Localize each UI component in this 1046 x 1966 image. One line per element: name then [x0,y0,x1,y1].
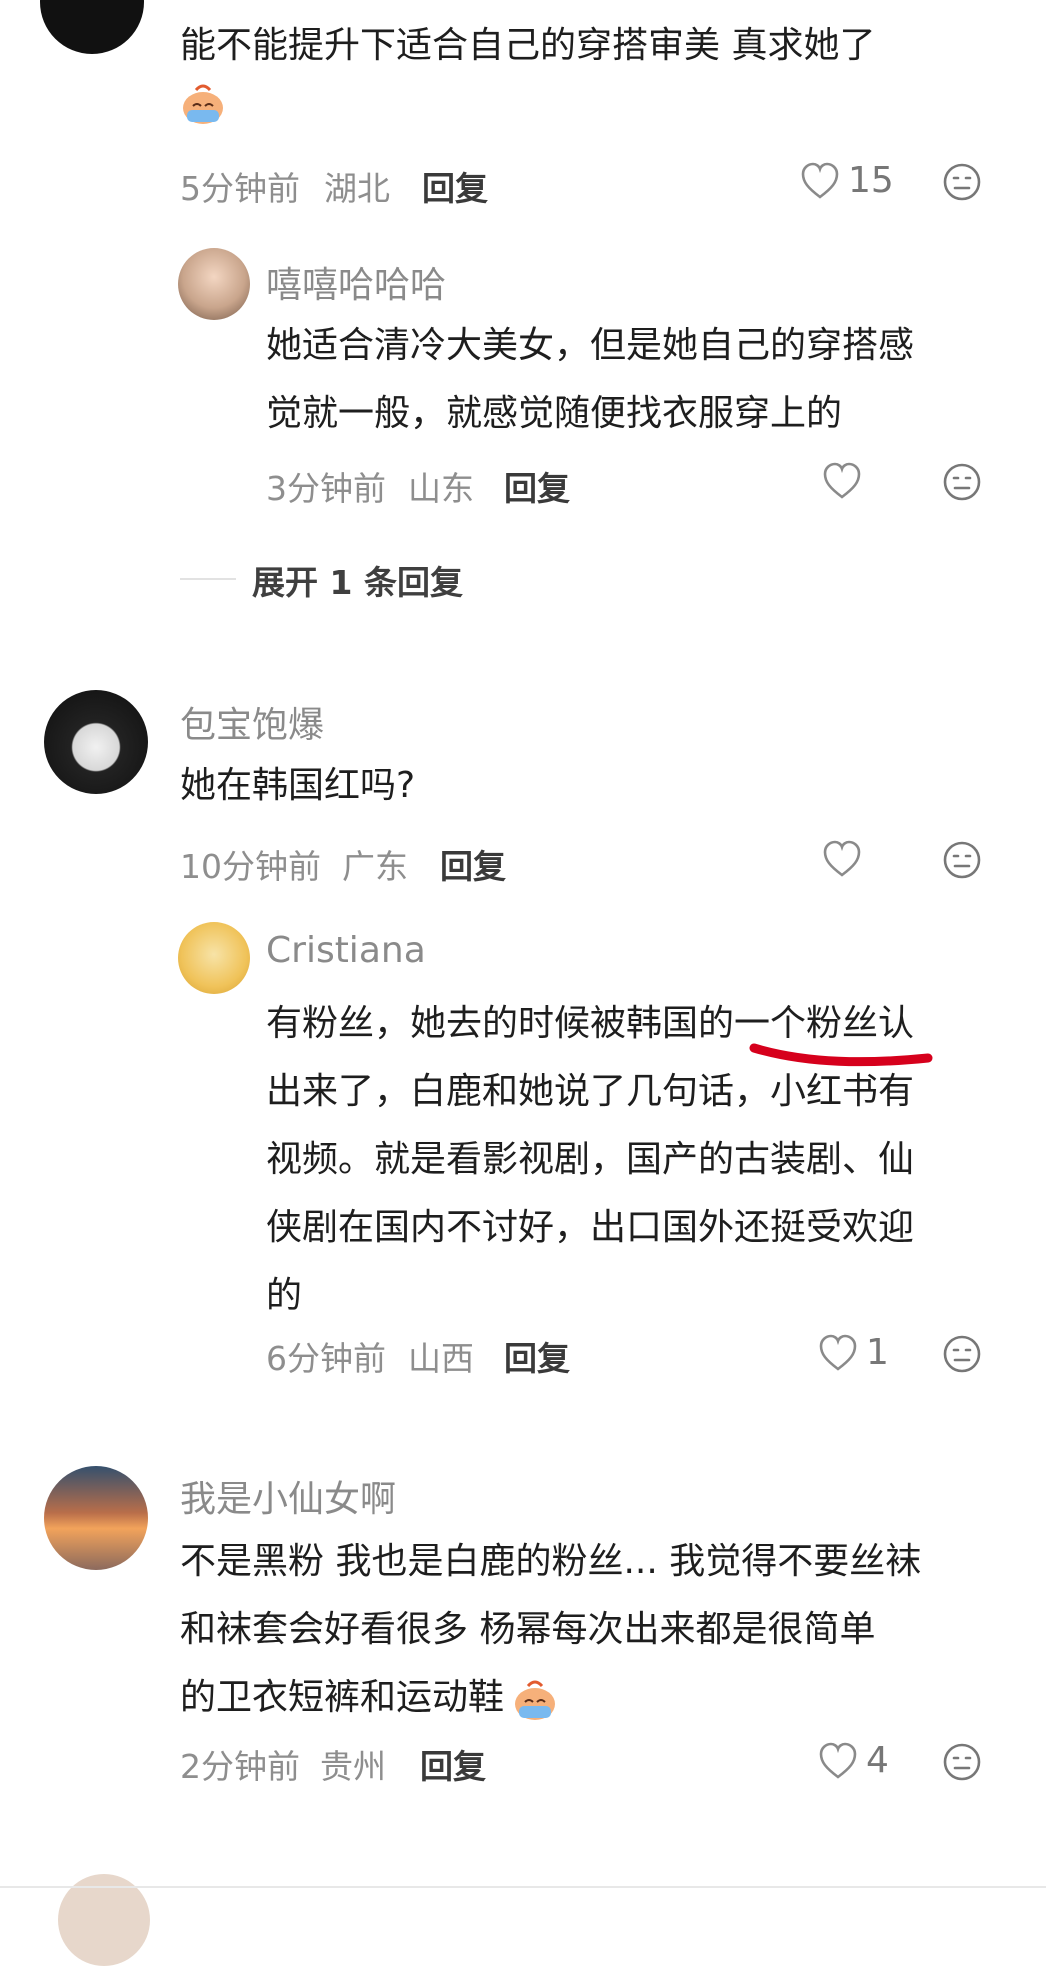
expand-replies-button[interactable]: 展开 1 条回复 [252,556,463,604]
comment-time: 10分钟前 [180,847,321,886]
dislike-button[interactable] [942,1742,982,1782]
crying-emoji-icon [512,1677,558,1720]
like-count: 1 [866,1332,889,1373]
username[interactable]: Cristiana [266,930,426,971]
comment-time: 5分钟前 [180,169,300,208]
reply-text: 她适合清冷大美女，但是她自己的穿搭感 觉就一般，就感觉随便找衣服穿上的 [266,325,915,434]
sad-face-icon [943,1335,981,1373]
comment-text: 她在韩国红吗? [180,765,416,806]
heart-icon [823,840,861,877]
bottom-divider [0,1886,1046,1888]
heart-icon [819,1334,857,1371]
sad-face-icon [943,841,981,879]
reply-button[interactable]: 回复 [504,1332,570,1380]
reply-button[interactable]: 回复 [420,1740,486,1788]
comment-text: 不是黑粉 我也是白鹿的粉丝... 我觉得不要丝袜 和袜套会好看很多 杨幂每次出来… [180,1541,922,1720]
expand-divider [180,578,236,580]
comment-time: 2分钟前 [180,1747,300,1786]
like-count: 15 [848,160,894,201]
highlight-underline [749,1043,933,1067]
like-button[interactable] [822,462,862,500]
avatar[interactable] [178,922,250,994]
comment-location: 广东 [342,847,408,886]
like-button[interactable]: 15 [800,160,894,201]
username[interactable]: 嘻嘻哈哈哈 [266,256,446,308]
comment-location: 湖北 [324,169,390,208]
reply-button[interactable]: 回复 [440,840,506,888]
username[interactable]: 包宝饱爆 [180,696,324,748]
avatar[interactable] [178,248,250,320]
sad-face-icon [943,1743,981,1781]
dislike-button[interactable] [942,840,982,880]
avatar[interactable] [40,0,144,54]
reply-location: 山西 [408,1339,474,1378]
avatar[interactable] [44,690,148,794]
avatar[interactable] [44,1466,148,1570]
reply-time: 6分钟前 [266,1339,386,1378]
username[interactable]: 我是小仙女啊 [180,1470,396,1522]
comment-text: 能不能提升下适合自己的穿搭审美 真求她了 [180,25,876,66]
crying-emoji-icon [180,84,226,126]
like-button[interactable]: 1 [818,1332,889,1373]
heart-icon [801,162,839,199]
reply-time: 3分钟前 [266,469,386,508]
reply-button[interactable]: 回复 [422,162,488,210]
heart-icon [823,462,861,499]
dislike-button[interactable] [942,1334,982,1374]
dislike-button[interactable] [942,462,982,502]
sad-face-icon [943,463,981,501]
reply-location: 山东 [408,469,474,508]
like-button[interactable] [822,840,862,878]
like-button[interactable]: 4 [818,1740,889,1781]
heart-icon [819,1742,857,1779]
reply-button[interactable]: 回复 [504,462,570,510]
like-count: 4 [866,1740,889,1781]
sad-face-icon [943,163,981,201]
dislike-button[interactable] [942,162,982,202]
comment-location: 贵州 [320,1747,386,1786]
